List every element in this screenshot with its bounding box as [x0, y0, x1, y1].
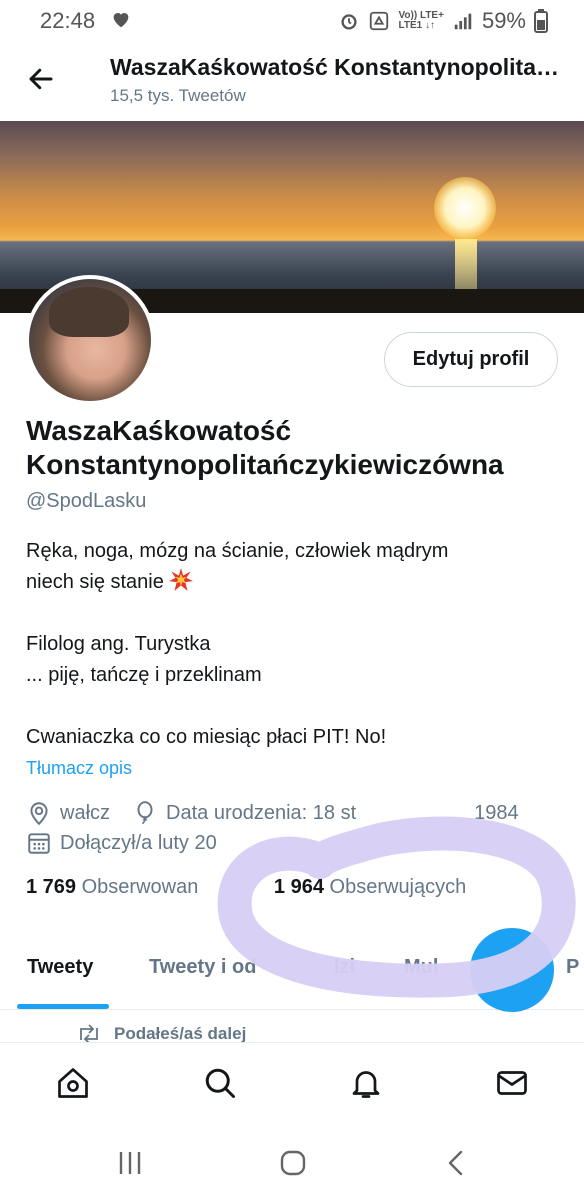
tab-media[interactable]: Mul — [404, 956, 438, 979]
location-text: wałcz — [60, 801, 111, 824]
bio-line: Cwaniaczka co co miesiąc płaci PIT! No! — [26, 726, 387, 748]
network-line-2: LTE1 ↓↑ — [398, 20, 435, 31]
retweet-label: Podałeś/aś dalej — [114, 1024, 247, 1043]
recent-apps-icon[interactable] — [115, 1148, 145, 1178]
messages-envelope-icon[interactable] — [494, 1065, 530, 1101]
system-nav-bar — [0, 1130, 584, 1200]
bio-line — [26, 691, 566, 722]
status-time: 22:48 — [40, 8, 96, 33]
bio-line: Filolog ang. Turystka — [26, 633, 211, 655]
bio-line — [26, 598, 566, 629]
following-label: Obserwowan — [81, 876, 199, 898]
home-icon[interactable] — [55, 1065, 91, 1101]
bio: Ręka, noga, mózg na ścianie, człowiek mą… — [26, 536, 566, 753]
compose-tweet-button[interactable] — [470, 928, 554, 1012]
profile-header: WaszaKaśkowatość Konstantynopolitańczyki… — [0, 44, 584, 116]
notifications-bell-icon[interactable] — [348, 1065, 384, 1101]
tweet-count: 15,5 tys. Tweetów — [110, 86, 246, 105]
back-button-icon[interactable] — [442, 1148, 472, 1178]
balloon-icon — [137, 801, 153, 825]
collision-emoji-icon — [168, 568, 193, 591]
tab-likes[interactable]: P — [566, 956, 579, 979]
avatar-hair — [49, 287, 129, 337]
avatar[interactable] — [25, 275, 155, 405]
edit-profile-button[interactable]: Edytuj profil — [384, 332, 558, 387]
bio-line: Ręka, noga, mózg na ścianie, człowiek mą… — [26, 540, 449, 562]
retweet-indicator: Podałeś/aś dalej — [76, 1024, 246, 1044]
translate-bio-link[interactable]: Tłumacz opis — [26, 758, 132, 779]
status-icons: Vo)) LTE+ LTE1 ↓↑ 59% — [338, 8, 548, 34]
follow-stats: 1 769 Obserwowan 1 964 Obserwujących — [26, 876, 466, 899]
header-title: WaszaKaśkowatość Konstantynopolitańczyki… — [110, 54, 570, 80]
display-name: WaszaKaśkowatość Konstantynopolitańczyki… — [26, 415, 504, 480]
followers-label: Obserwujących — [329, 876, 467, 898]
back-arrow-icon[interactable] — [26, 64, 56, 94]
search-icon[interactable] — [202, 1065, 238, 1101]
followers-count: 1 964 — [273, 876, 324, 898]
status-bar: 22:48 Vo)) LTE+ LTE1 ↓↑ 59% — [0, 0, 584, 40]
location-pin-icon — [30, 802, 48, 826]
following-link[interactable]: 1 769 Obserwowan — [26, 876, 198, 898]
tab-tweets[interactable]: Tweety — [27, 956, 93, 979]
network-indicator: Vo)) LTE+ LTE1 ↓↑ — [398, 11, 443, 31]
bottom-nav — [0, 1042, 584, 1122]
battery-icon — [534, 9, 548, 33]
recycle-icon — [370, 11, 389, 31]
birthday-text: Data urodzenia: 18 st — [166, 801, 357, 824]
active-tab-indicator — [17, 1004, 109, 1009]
profile-meta-joined: Dołączył/a luty 20 — [26, 830, 217, 856]
banner-sun — [434, 177, 496, 239]
bio-line-text: niech się stanie — [26, 571, 164, 593]
following-count: 1 769 — [26, 876, 77, 898]
heart-icon — [113, 13, 129, 28]
alarm-icon — [341, 14, 358, 30]
birthday-year: 1984 — [474, 801, 519, 824]
signal-icon — [454, 13, 472, 30]
home-button-icon[interactable] — [278, 1148, 308, 1178]
bio-line: niech się stanie — [26, 567, 566, 598]
retweet-icon — [80, 1024, 98, 1044]
profile-meta-location-birthday: wałcz Data urodzenia: 18 st 1984 — [26, 800, 519, 826]
followers-link[interactable]: 1 964 Obserwujących — [274, 876, 466, 898]
joined-text: Dołączył/a luty 20 — [60, 831, 217, 854]
tab-tweets-and-replies[interactable]: Tweety i od — [149, 956, 256, 979]
battery-percent: 59% — [481, 8, 526, 33]
tab-tweets-and-replies-end[interactable]: lzi — [334, 956, 355, 979]
calendar-icon — [28, 833, 50, 854]
bio-line: ... piję, tańczę i przeklinam — [26, 664, 262, 686]
user-handle: @SpodLasku — [26, 490, 147, 512]
